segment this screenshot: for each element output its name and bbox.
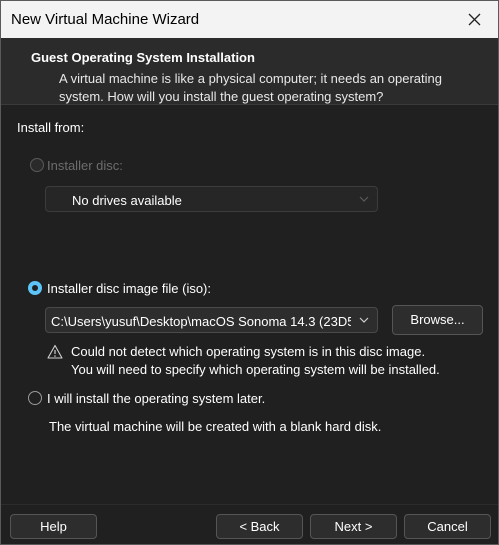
warning-icon [47,344,63,359]
close-icon [468,13,481,26]
iso-path-combo[interactable]: C:\Users\yusuf\Desktop\macOS Sonoma 14.3… [45,307,378,333]
header-title: Guest Operating System Installation [31,50,255,65]
wizard-window: New Virtual Machine Wizard Guest Operati… [0,0,499,545]
cancel-button[interactable]: Cancel [404,514,491,539]
next-button[interactable]: Next > [310,514,397,539]
installer-disc-label: Installer disc: [47,158,123,173]
footer-divider [1,504,498,505]
header-divider [1,104,498,105]
drives-select[interactable]: No drives available [45,186,378,212]
browse-button[interactable]: Browse... [392,305,483,335]
install-later-note: The virtual machine will be created with… [49,419,382,434]
chevron-down-icon [359,196,369,202]
chevron-down-icon [359,317,369,323]
iso-label: Installer disc image file (iso): [47,281,211,296]
help-button[interactable]: Help [10,514,97,539]
installer-disc-radio[interactable] [30,158,44,172]
install-from-label: Install from: [17,120,85,135]
warning-line-1: Could not detect which operating system … [71,344,426,359]
iso-radio[interactable] [28,281,42,295]
header-description: A virtual machine is like a physical com… [59,71,442,104]
back-button[interactable]: < Back [216,514,303,539]
warning-line-2: You will need to specify which operating… [71,362,440,377]
window-title: New Virtual Machine Wizard [11,11,200,28]
wizard-header: Guest Operating System Installation A vi… [1,38,498,104]
iso-path-value: C:\Users\yusuf\Desktop\macOS Sonoma 14.3… [51,314,351,329]
close-button[interactable] [452,1,498,38]
install-later-label: I will install the operating system late… [47,391,266,406]
drives-select-value: No drives available [72,193,182,208]
install-later-radio[interactable] [28,391,42,405]
title-bar: New Virtual Machine Wizard [1,1,498,38]
